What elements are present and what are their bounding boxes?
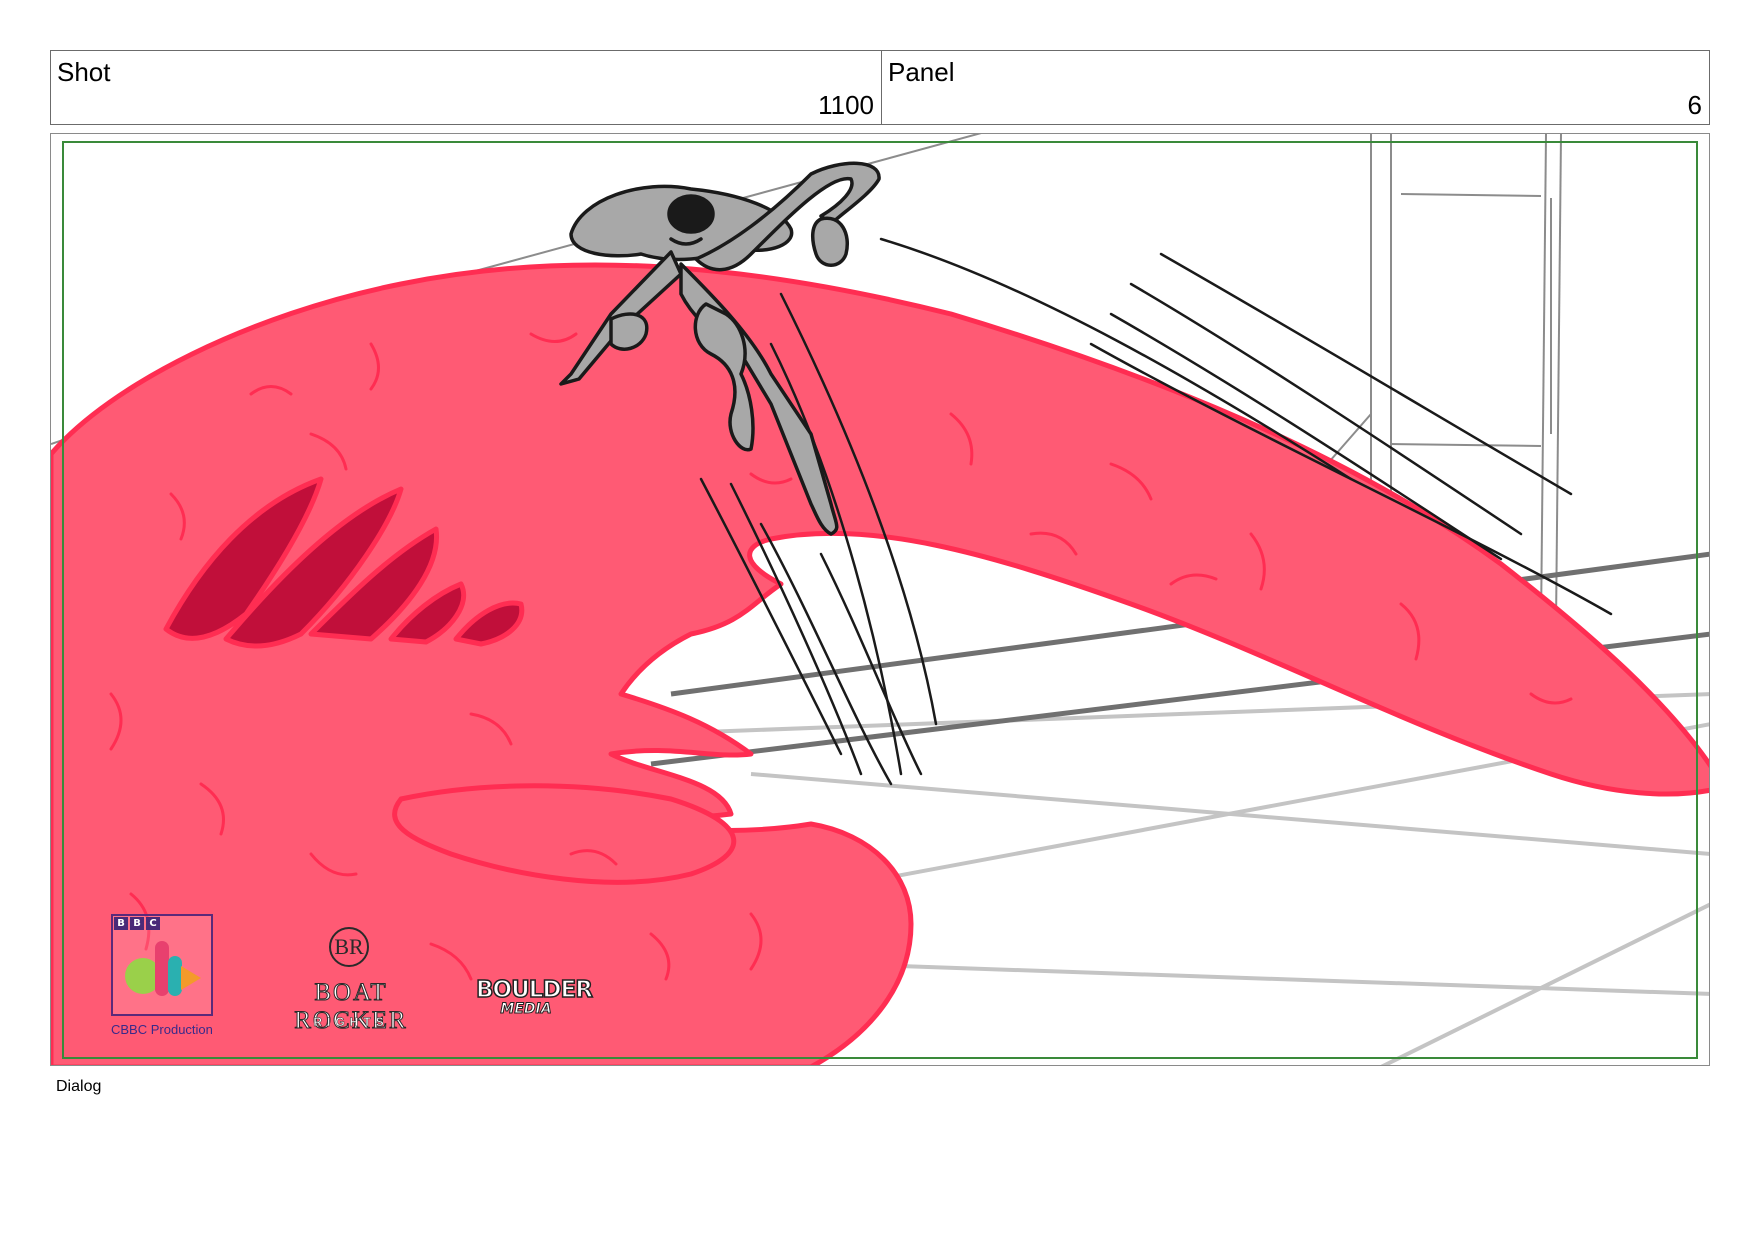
boulder-media-logo: BOULDER MEDIA <box>475 977 593 1017</box>
shot-number: 1100 <box>818 90 874 120</box>
shot-cell: Shot 1100 <box>51 51 882 124</box>
boat-rocker-emblem: BR <box>329 927 369 967</box>
shot-label: Shot <box>57 57 111 87</box>
shot-panel-header: Shot 1100 Panel 6 <box>50 50 1710 125</box>
storyboard-drawing <box>51 134 1709 1065</box>
boat-rocker-sub: RIGHTS <box>313 1015 389 1030</box>
panel-label: Panel <box>888 57 955 87</box>
dialog-label: Dialog <box>56 1078 102 1095</box>
cbbc-caption: CBBC Production <box>111 1022 213 1037</box>
panel-number: 6 <box>1687 90 1702 120</box>
boulder-name: BOULDER <box>475 977 593 1003</box>
boulder-sub: MEDIA <box>500 1001 552 1017</box>
storyboard-frame: B B C CBBC Production BR BOAT ROCKER RIG… <box>50 133 1710 1066</box>
cbbc-logo: B B C <box>111 914 213 1016</box>
panel-cell: Panel 6 <box>882 51 1709 124</box>
cbbc-icon <box>125 941 201 996</box>
